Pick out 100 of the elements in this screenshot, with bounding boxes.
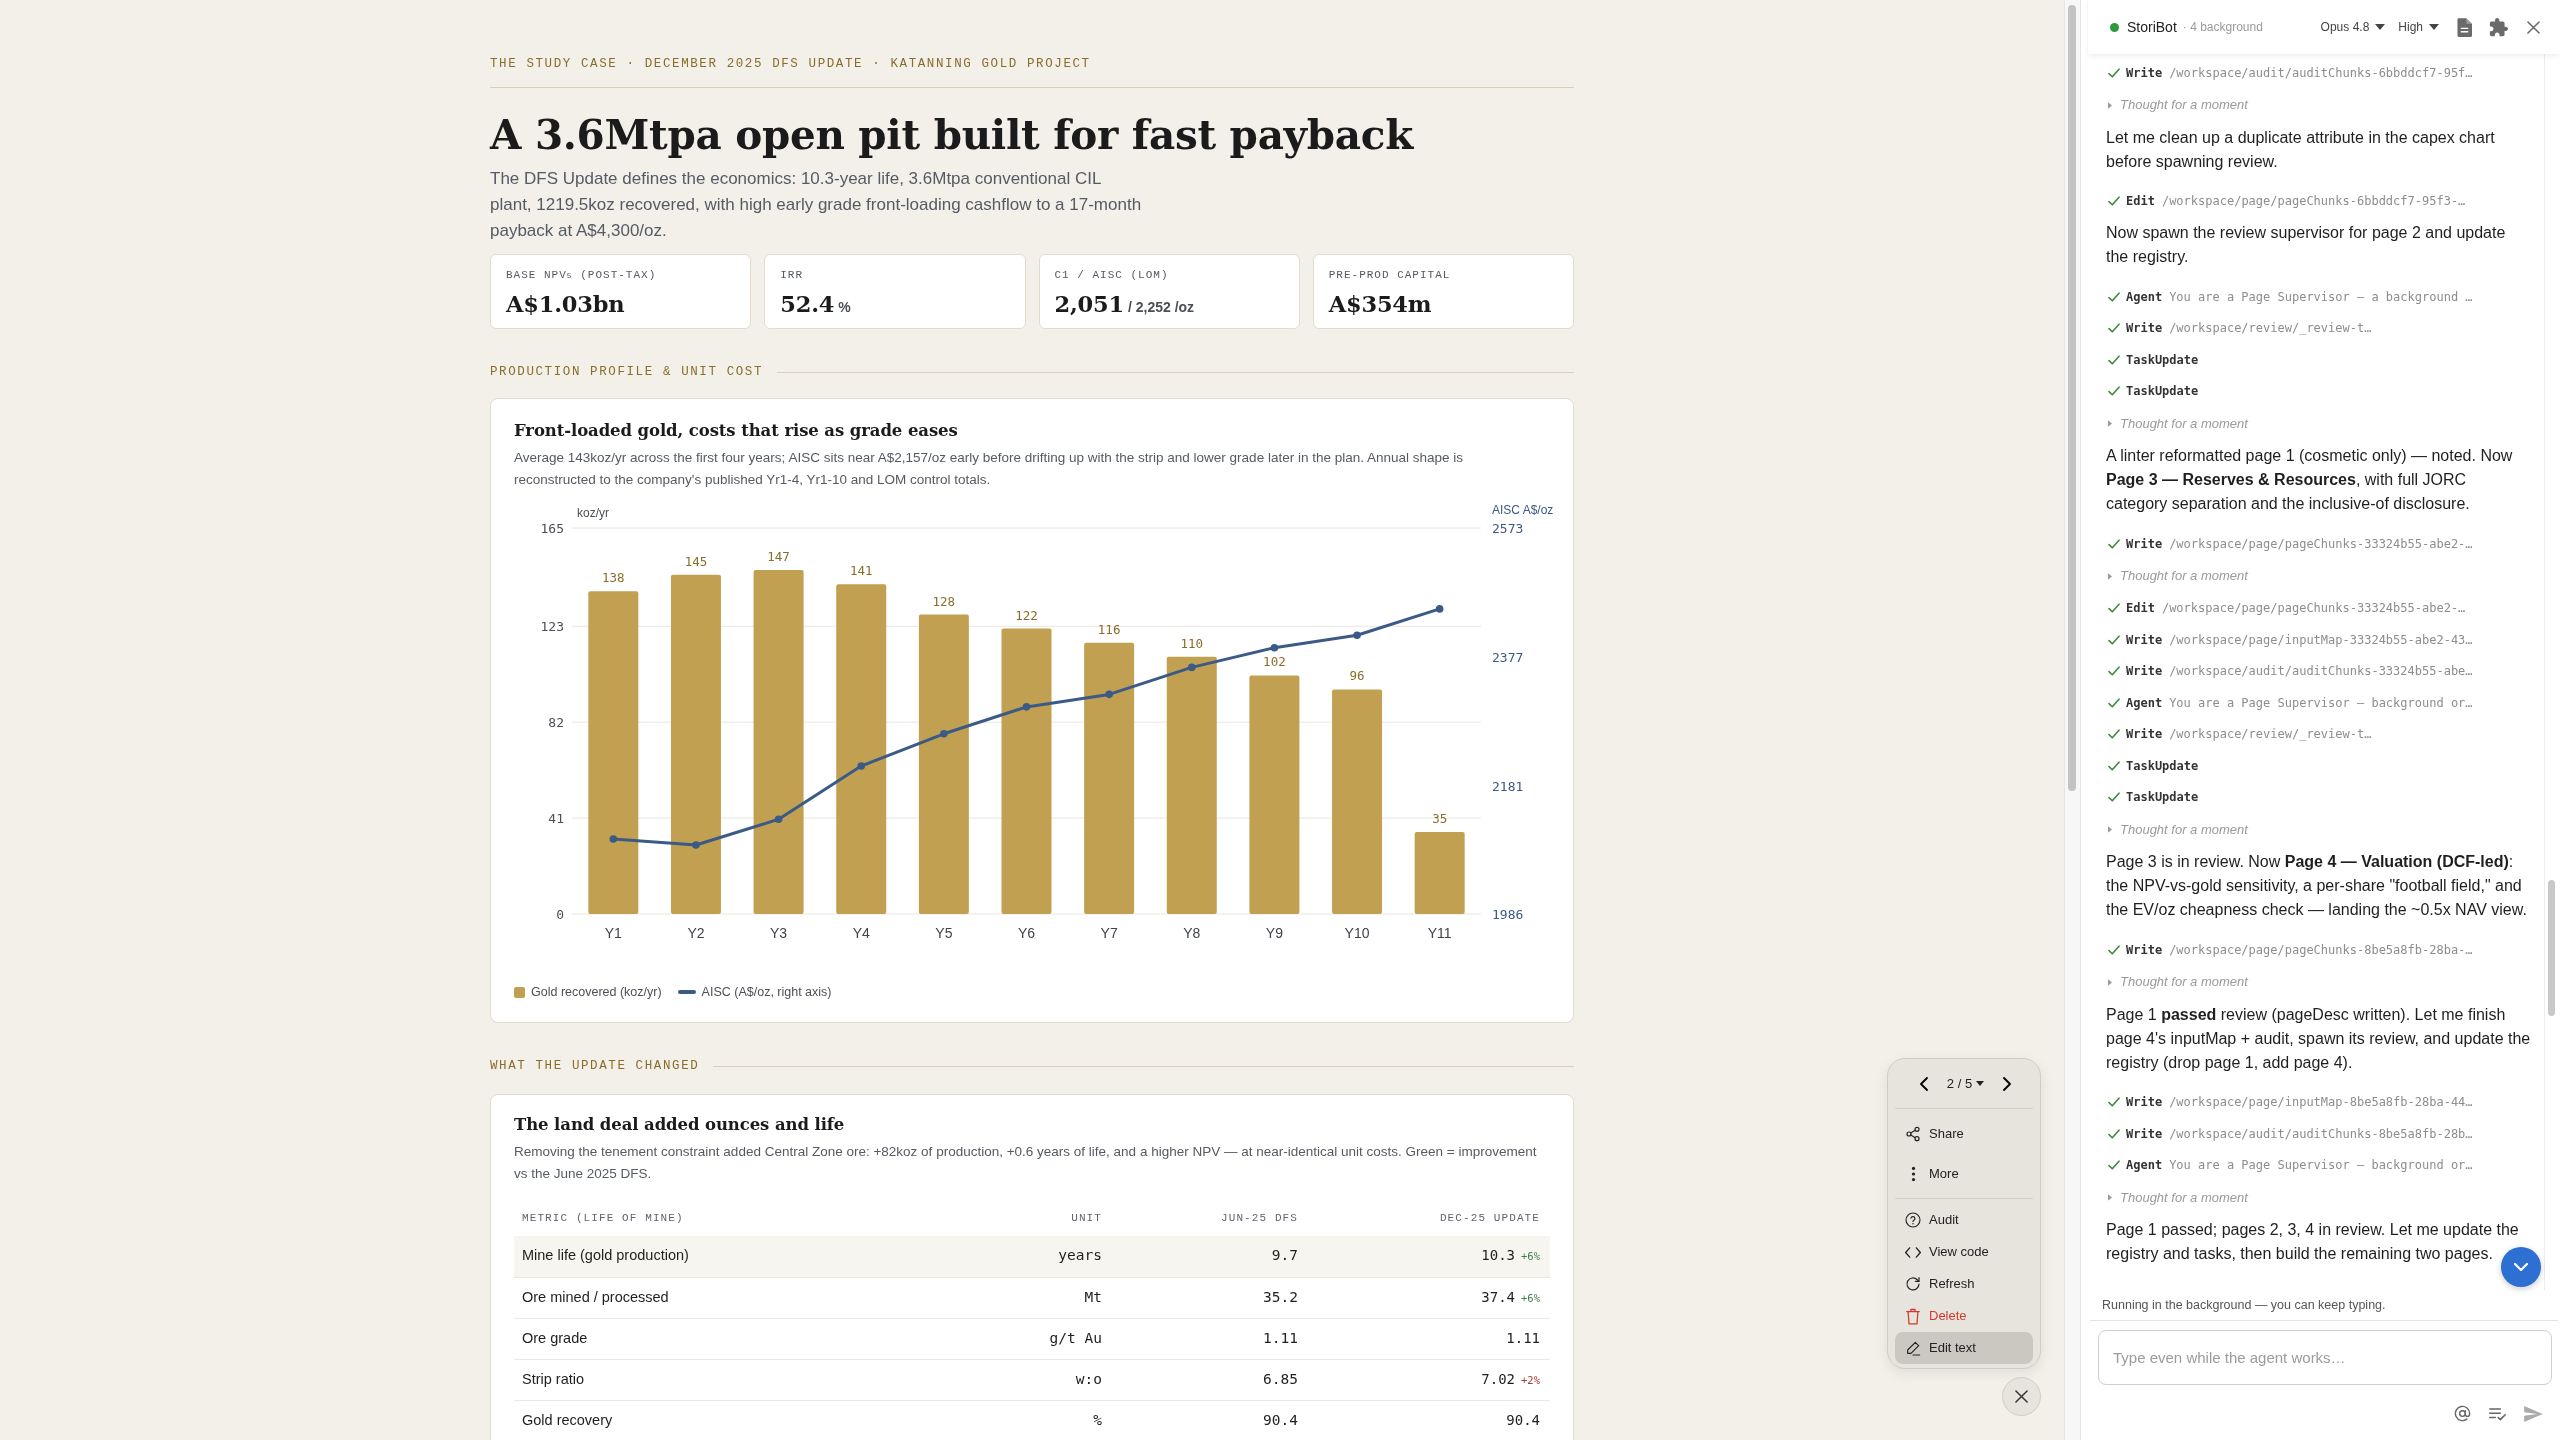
axis-category-label: Y9 — [1265, 925, 1283, 941]
tool-detail: /workspace/audit/auditChunks-8be5a8fb-28b… — [2169, 1125, 2473, 1143]
table-cell: 90.4 — [1112, 1400, 1308, 1440]
menu-item[interactable]: Refresh — [1895, 1268, 2033, 1300]
axis-title: AISC A$/oz — [1492, 503, 1554, 517]
menu-item[interactable]: View code — [1895, 1236, 2033, 1268]
bar-value-label: 35 — [1432, 811, 1448, 827]
assistant-message: Page 1 passed review (pageDesc written). Let me finish page 4's inputMap + audit, spawn its review, and update the registry (drop page 1, add page 4). — [2106, 1004, 2531, 1073]
axis-tick-label: 1986 — [1492, 907, 1524, 922]
vertical-dots-icon — [1910, 1166, 1916, 1182]
tool-name: Write — [2126, 631, 2163, 649]
tool-name: Write — [2126, 535, 2163, 553]
tool-name: Edit — [2126, 600, 2155, 618]
line-point — [1270, 643, 1279, 652]
axis-tick-label: 41 — [548, 811, 564, 827]
change-value: +2% — [1521, 1373, 1540, 1386]
line-point — [1022, 703, 1031, 711]
line-point — [1105, 690, 1113, 699]
table-cell: Gold recovery — [514, 1400, 962, 1440]
tool-detail: /workspace/page/inputMap-8be5a8fb-28ba-44… — [2169, 1094, 2473, 1112]
line-point — [692, 841, 700, 849]
scroll-down-button[interactable] — [2501, 1247, 2541, 1287]
menu-item[interactable]: More — [1895, 1154, 2033, 1194]
at-sign-icon[interactable] — [2454, 1405, 2471, 1422]
menu-item[interactable]: Share — [1895, 1114, 2033, 1154]
tool-name: Write — [2126, 320, 2163, 338]
tool-name: Write — [2126, 1094, 2163, 1112]
code-icon — [1905, 1246, 1921, 1258]
document-icon[interactable] — [2457, 17, 2472, 37]
axis-category-label: Y5 — [935, 925, 953, 941]
line-point — [857, 762, 866, 770]
chevron-right-icon[interactable] — [2003, 1076, 2011, 1091]
caret-icon — [2375, 24, 2386, 30]
section-heading: WHAT THE UPDATE CHANGED — [490, 1058, 700, 1075]
scrollbar-thumb[interactable] — [2068, 5, 2076, 791]
eyebrow-text: THE STUDY CASE · DECEMBER 2025 DFS UPDATE · KATANNING GOLD PROJECT — [490, 54, 1574, 88]
assistant-message: A linter reformatted page 1 (cosmetic only) — noted. Now Page 3 — Reserves & Resources, with full JORC category separation and the inclusive-of disclosure. — [2106, 446, 2514, 514]
tool-detail: /workspace/page/pageChunks-6bbddcf7-95f3-… — [2161, 193, 2466, 211]
status-note: Running in the background — you can keep typing. — [2101, 1297, 2387, 1314]
tool-name: Write — [2126, 663, 2163, 681]
page-selector[interactable]: 2 / 5 — [1946, 1073, 1985, 1094]
axis-category-label: Y3 — [770, 925, 788, 941]
axis-tick-label: 0 — [556, 907, 564, 922]
tool-name: Write — [2126, 941, 2163, 959]
cell-value: 7.02 — [1481, 1370, 1516, 1387]
kpi-unit: / 2,252 /oz — [1127, 298, 1195, 317]
assistant-name: StoriBot — [2127, 17, 2177, 37]
assistant-message: Now spawn the review supervisor for page 2 and update the registry. — [2106, 223, 2507, 267]
change-value: +6% — [1521, 1250, 1540, 1263]
chevron-left-icon[interactable] — [1920, 1076, 1928, 1091]
axis-category-label: Y2 — [687, 925, 705, 941]
tool-detail: You are a Page Supervisor — a background … — [2169, 288, 2473, 306]
table-cell: years — [962, 1236, 1112, 1277]
effort-dropdown[interactable]: High — [2398, 18, 2439, 36]
bar-value-label: 145 — [684, 553, 708, 569]
caret-icon — [2429, 24, 2439, 30]
column-header: METRIC (LIFE OF MINE) — [514, 1200, 962, 1236]
checklist-icon[interactable] — [2489, 1406, 2506, 1421]
axis-tick-label: 2573 — [1492, 521, 1524, 536]
section-heading: PRODUCTION PROFILE & UNIT COST — [490, 364, 764, 381]
menu-item[interactable]: Audit — [1895, 1204, 2033, 1236]
bar-value-label: 141 — [849, 563, 873, 579]
tool-name: Agent — [2126, 288, 2163, 306]
pencil-icon — [1905, 1340, 1921, 1356]
model-dropdown[interactable]: Opus 4.8 — [2320, 18, 2386, 36]
axis-tick-label: 2377 — [1492, 649, 1524, 665]
line-point — [940, 730, 948, 738]
background-count: · 4 background — [2182, 19, 2263, 36]
message-input[interactable]: Type even while the agent works… — [2098, 1330, 2552, 1385]
chevron-down-icon — [2514, 1263, 2528, 1271]
close-icon[interactable] — [2527, 20, 2540, 34]
bar-value-label: 102 — [1263, 654, 1286, 670]
line-point — [1435, 605, 1444, 613]
kpi-label: IRR — [780, 268, 805, 283]
menu-item[interactable]: Edit text — [1895, 1332, 2033, 1364]
cell-value: 10.3 — [1481, 1247, 1516, 1264]
cell-value: 37.4 — [1481, 1288, 1516, 1305]
axis-category-label: Y10 — [1344, 925, 1370, 941]
change-value: +6% — [1521, 1291, 1540, 1304]
tool-name: TaskUpdate — [2126, 351, 2199, 369]
lead-paragraph: The DFS Update defines the economics: 10.3-year life, 3.6Mtpa conventional CIL plant, 1219.5koz recovered, with high early grade front-loading cashflow to a 17-month payback at A$4,300/oz. — [490, 168, 1143, 242]
tool-name: Write — [2126, 1125, 2163, 1143]
scrollbar-thumb[interactable] — [2548, 880, 2555, 1016]
tool-detail: You are a Page Supervisor — background or… — [2169, 1157, 2473, 1175]
table-cell: 35.2 — [1112, 1277, 1308, 1318]
tool-detail: /workspace/page/pageChunks-8be5a8fb-28ba-… — [2169, 941, 2473, 959]
caret-icon — [1976, 1081, 1985, 1086]
axis-tick-label: 82 — [548, 715, 564, 731]
tool-name: Agent — [2126, 1157, 2163, 1175]
bar-value-label: 128 — [932, 593, 956, 609]
line-point — [609, 835, 618, 843]
tool-detail: /workspace/page/pageChunks-33324b55-abe2-… — [2161, 600, 2466, 618]
menu-item[interactable]: Delete — [1895, 1300, 2033, 1332]
axis-category-label: Y1 — [604, 925, 622, 941]
question-circle-icon — [1905, 1212, 1921, 1228]
puzzle-icon[interactable] — [2489, 17, 2508, 37]
legend-label: Gold recovered (koz/yr) — [531, 983, 662, 1001]
cell-value: 1.11 — [1506, 1329, 1540, 1346]
axis-tick-label: 2181 — [1492, 778, 1524, 794]
kpi-label: PRE-PROD CAPITAL — [1328, 268, 1452, 283]
